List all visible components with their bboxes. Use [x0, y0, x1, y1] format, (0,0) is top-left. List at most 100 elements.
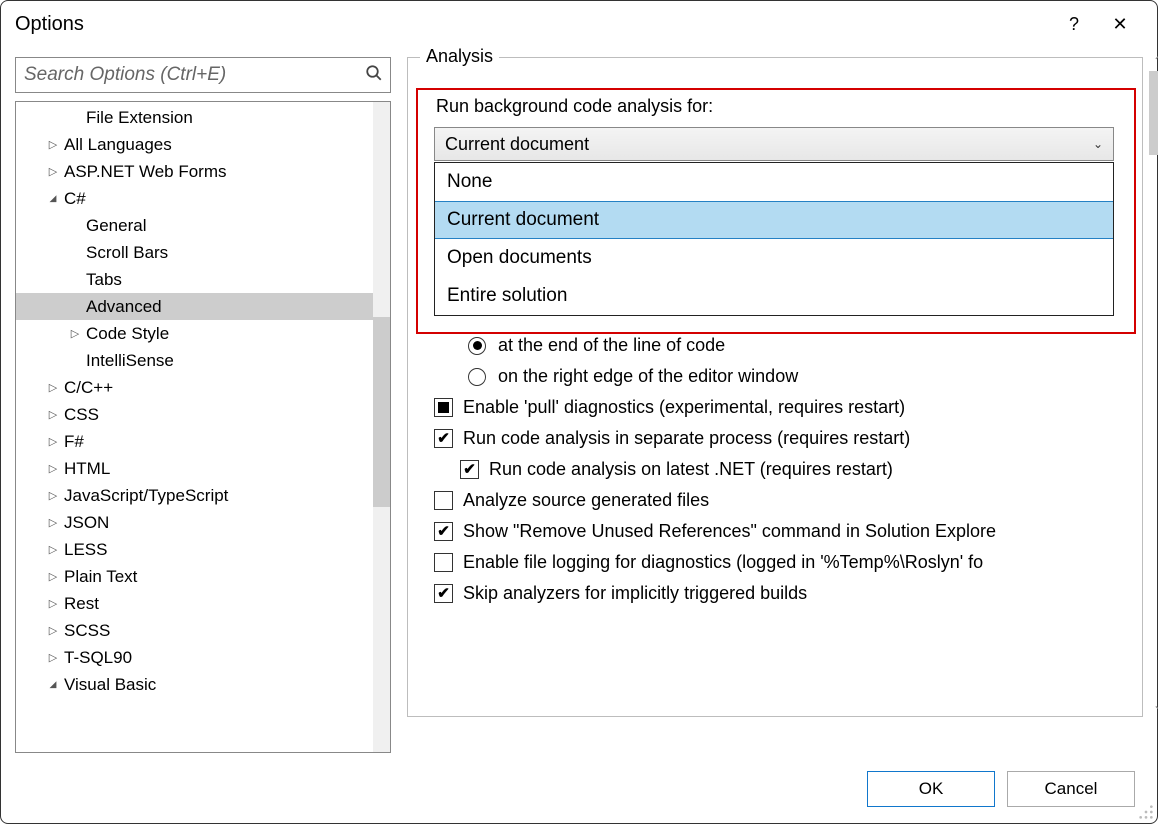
tree-item-less[interactable]: ▷ LESS: [16, 536, 390, 563]
right-scroll-thumb[interactable]: [1149, 71, 1158, 155]
resize-grip-icon[interactable]: [1138, 804, 1154, 820]
tree-item-css[interactable]: ▷ CSS: [16, 401, 390, 428]
checkbox-icon: [434, 584, 453, 603]
analysis-group: Analysis Run background code analysis fo…: [407, 57, 1143, 717]
tree-collapsed-icon: ▷: [46, 462, 60, 475]
tree-item-t-sql90[interactable]: ▷T-SQL90: [16, 644, 390, 671]
tree-item-scroll-bars[interactable]: Scroll Bars: [16, 239, 390, 266]
titlebar: Options ? ✕: [1, 1, 1157, 47]
scope-option-open-documents[interactable]: Open documents: [435, 239, 1113, 277]
tree-item-label: IntelliSense: [86, 351, 174, 371]
tree-item-c-[interactable]: ◢C#: [16, 185, 390, 212]
tree-item-file-extension[interactable]: File Extension: [16, 104, 390, 131]
tree-item-label: Code Style: [86, 324, 169, 344]
tree-item-label: Tabs: [86, 270, 122, 290]
tree-scroll-thumb[interactable]: [373, 317, 390, 507]
check-label: Analyze source generated files: [463, 490, 709, 511]
radio-label: at the end of the line of code: [498, 335, 725, 356]
help-icon: ?: [1069, 14, 1079, 35]
tree-item-asp-net-web-forms[interactable]: ▷ASP.NET Web Forms: [16, 158, 390, 185]
check-label: Enable 'pull' diagnostics (experimental,…: [463, 397, 905, 418]
checkbox-icon: [434, 429, 453, 448]
button-label: OK: [919, 779, 944, 799]
tree-item-rest[interactable]: ▷ Rest: [16, 590, 390, 617]
tree-item-label: LESS: [64, 540, 107, 560]
button-label: Cancel: [1045, 779, 1098, 799]
check-run-latest-net[interactable]: Run code analysis on latest .NET (requir…: [434, 459, 1136, 480]
scope-option-current-document[interactable]: Current document: [435, 201, 1113, 239]
radio-icon: [468, 337, 486, 355]
help-button[interactable]: ?: [1051, 8, 1097, 40]
tree-collapsed-icon: ▷: [46, 597, 60, 610]
check-skip-analyzers[interactable]: Skip analyzers for implicitly triggered …: [434, 583, 1136, 604]
tree-collapsed-icon: ▷: [46, 435, 60, 448]
tree-collapsed-icon: ▷: [46, 138, 60, 151]
left-panel: File Extension ▷All Languages▷ASP.NET Web…: [15, 57, 391, 753]
tree-item-label: SCSS: [64, 621, 110, 641]
tree-collapsed-icon: ▷: [46, 489, 60, 502]
check-show-remove-unused[interactable]: Show "Remove Unused References" command …: [434, 521, 1136, 542]
tree-item-general[interactable]: General: [16, 212, 390, 239]
tree-item-advanced[interactable]: Advanced: [16, 293, 390, 320]
tree-item-label: Advanced: [86, 297, 162, 317]
tree-item-intellisense[interactable]: IntelliSense: [16, 347, 390, 374]
scope-selected-text: Current document: [445, 134, 589, 155]
tree-collapsed-icon: ▷: [46, 570, 60, 583]
tree-item-label: Rest: [64, 594, 99, 614]
tree-item-f-[interactable]: ▷F#: [16, 428, 390, 455]
dialog-content: File Extension ▷All Languages▷ASP.NET Web…: [1, 47, 1157, 757]
tree-item-all-languages[interactable]: ▷All Languages: [16, 131, 390, 158]
search-wrap: [15, 57, 391, 93]
radio-right-edge[interactable]: on the right edge of the editor window: [434, 366, 1136, 387]
tree-item-scss[interactable]: ▷SCSS: [16, 617, 390, 644]
tree-item-label: Scroll Bars: [86, 243, 168, 263]
tree-collapsed-icon: ▷: [46, 543, 60, 556]
check-enable-pull[interactable]: Enable 'pull' diagnostics (experimental,…: [434, 397, 1136, 418]
check-enable-file-logging[interactable]: Enable file logging for diagnostics (log…: [434, 552, 1136, 573]
checkbox-icon: [460, 460, 479, 479]
tree-item-label: CSS: [64, 405, 99, 425]
tree-item-code-style[interactable]: ▷ Code Style: [16, 320, 390, 347]
tree-item-visual-basic[interactable]: ◢Visual Basic: [16, 671, 390, 698]
tree-item-label: General: [86, 216, 146, 236]
scope-combo[interactable]: Current document ⌄ NoneCurrent documentO…: [434, 127, 1114, 161]
scroll-up-icon[interactable]: ⌃: [1149, 53, 1158, 69]
radio-icon: [468, 368, 486, 386]
radio-label: on the right edge of the editor window: [498, 366, 798, 387]
ok-button[interactable]: OK: [867, 771, 995, 807]
check-analyze-source-gen[interactable]: Analyze source generated files: [434, 490, 1136, 511]
tree-collapsed-icon: ▷: [68, 327, 82, 340]
tree-scrollbar[interactable]: [373, 102, 390, 752]
scope-combo-button[interactable]: Current document ⌄: [434, 127, 1114, 161]
tree-item-plain-text[interactable]: ▷Plain Text: [16, 563, 390, 590]
scroll-down-icon[interactable]: ⌄: [1149, 697, 1158, 713]
tree-item-label: JavaScript/TypeScript: [64, 486, 228, 506]
cancel-button[interactable]: Cancel: [1007, 771, 1135, 807]
tree-item-tabs[interactable]: Tabs: [16, 266, 390, 293]
dialog-title: Options: [15, 13, 1051, 36]
scope-label: Run background code analysis for:: [436, 96, 1136, 117]
radio-end-of-line[interactable]: at the end of the line of code: [434, 335, 1136, 356]
right-panel: Analysis Run background code analysis fo…: [407, 57, 1143, 753]
check-run-separate[interactable]: Run code analysis in separate process (r…: [434, 428, 1136, 449]
chevron-down-icon: ⌄: [1093, 137, 1103, 151]
close-button[interactable]: ✕: [1097, 8, 1143, 40]
tree-item-javascript-typescript[interactable]: ▷ JavaScript/TypeScript: [16, 482, 390, 509]
scope-option-none[interactable]: None: [435, 163, 1113, 201]
tree-collapsed-icon: ▷: [46, 408, 60, 421]
tree-item-html[interactable]: ▷HTML: [16, 455, 390, 482]
tree-item-label: File Extension: [86, 108, 193, 128]
tree-item-json[interactable]: ▷JSON: [16, 509, 390, 536]
tree-item-c-c-[interactable]: ▷C/C++: [16, 374, 390, 401]
scope-dropdown-list: NoneCurrent documentOpen documentsEntire…: [434, 162, 1114, 316]
search-input[interactable]: [15, 57, 391, 93]
checkbox-icon: [434, 522, 453, 541]
options-tree: File Extension ▷All Languages▷ASP.NET Web…: [15, 101, 391, 753]
tree-item-label: Visual Basic: [64, 675, 156, 695]
check-label: Skip analyzers for implicitly triggered …: [463, 583, 807, 604]
scope-option-entire-solution[interactable]: Entire solution: [435, 277, 1113, 315]
check-label: Run code analysis in separate process (r…: [463, 428, 910, 449]
tree-expanded-icon: ◢: [46, 193, 60, 204]
tree-item-label: T-SQL90: [64, 648, 132, 668]
right-scrollbar[interactable]: ⌃ ⌄: [1149, 53, 1158, 713]
